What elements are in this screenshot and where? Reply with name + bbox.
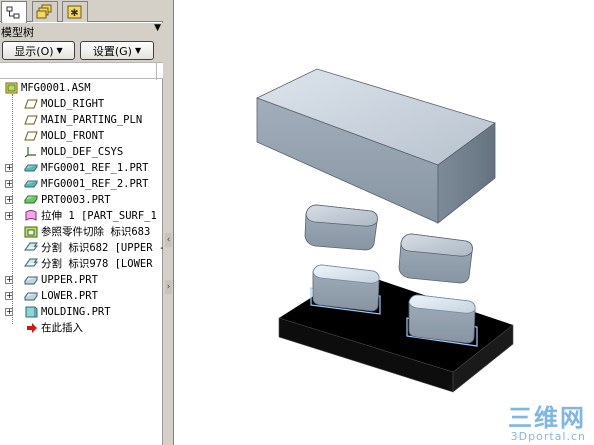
datum-plane-icon — [24, 99, 38, 109]
core-left[interactable] — [310, 264, 381, 315]
collapse-panel-icon[interactable]: ‹ — [165, 233, 172, 247]
tab-model-tree[interactable] — [1, 1, 27, 23]
insert-here-arrow-icon — [27, 323, 37, 333]
expand-icon[interactable]: + — [5, 180, 13, 188]
datum-plane-icon — [24, 115, 38, 125]
model-tree: MFG0001.ASM MOLD_RIGHT MAIN_PARTING_PLN … — [0, 80, 163, 445]
settings-button[interactable]: 设置(G) ▼ — [80, 41, 154, 60]
tree-item-label: PRT0003.PRT — [41, 194, 111, 206]
expand-icon[interactable]: + — [5, 308, 13, 316]
expand-icon[interactable]: + — [5, 276, 13, 284]
expand-icon[interactable]: + — [5, 164, 13, 172]
split-icon — [24, 258, 38, 267]
tree-item-label: MFG0001_REF_2.PRT — [41, 178, 149, 190]
tab-favorites[interactable]: ✱ — [62, 1, 88, 22]
panel-title-row: 模型树 ▼ — [0, 23, 163, 40]
display-button-label: 显示(O) — [14, 44, 54, 58]
tree-item-upper[interactable]: + UPPER.PRT — [0, 272, 163, 288]
molding-part-icon — [25, 306, 38, 318]
tree-item-label: MOLD_FRONT — [41, 130, 105, 142]
tree-item-lower[interactable]: + LOWER.PRT — [0, 288, 163, 304]
tree-item-label: MOLDING.PRT — [41, 306, 111, 318]
tree-item-label: MOLD_DEF_CSYS — [41, 146, 124, 158]
navigator-tab-strip: ✱ — [0, 0, 163, 23]
coordinate-system-icon — [24, 147, 36, 158]
tree-item-label: MOLD_RIGHT — [41, 98, 105, 110]
tree-item-ref-2[interactable]: + MFG0001_REF_2.PRT — [0, 176, 163, 192]
favorites-icon: ✱ — [67, 5, 82, 19]
graphics-window[interactable]: 三维网 3Dportal.cn — [175, 0, 594, 445]
chevron-down-icon: ▼ — [56, 46, 63, 55]
tree-item-insert-here[interactable]: 在此插入 — [0, 320, 163, 336]
expand-icon[interactable]: + — [5, 292, 13, 300]
tree-item-main-parting-pln[interactable]: MAIN_PARTING_PLN — [0, 112, 163, 128]
split-icon — [24, 242, 38, 251]
tree-item-label: MFG0001_REF_1.PRT — [41, 162, 149, 174]
chevron-down-icon: ▼ — [134, 46, 142, 55]
watermark-main-text: 三维网 — [508, 404, 586, 432]
model-tree-panel: ✱ 模型树 ▼ 显示(O) ▼ 设置(G) ▼ MFG0001.ASM MOLD… — [0, 0, 163, 445]
tree-item-molding[interactable]: + MOLDING.PRT — [0, 304, 163, 320]
settings-button-label: 设置(G) — [92, 44, 132, 58]
model-3d-view[interactable] — [175, 0, 594, 445]
expand-panel-icon[interactable]: › — [165, 280, 172, 294]
tree-item-extrude-1[interactable]: + 拉伸 1 [PART_SURF_1 - — [0, 208, 163, 224]
tree-item-mold-right[interactable]: MOLD_RIGHT — [0, 96, 163, 112]
tree-item-label: 分割 标识682 [UPPER - — [41, 242, 163, 254]
panel-title: 模型树 — [1, 26, 34, 39]
expand-icon[interactable]: + — [5, 212, 13, 220]
expand-icon[interactable]: + — [5, 196, 13, 204]
layers-icon — [36, 4, 52, 19]
tree-button-row: 显示(O) ▼ 设置(G) ▼ — [0, 40, 163, 62]
tree-item-label: MFG0001.ASM — [21, 82, 91, 94]
tree-item-label: 拉伸 1 [PART_SURF_1 - — [41, 210, 163, 222]
watermark-sub-text: 3Dportal.cn — [510, 430, 586, 443]
tree-item-ref-part-cutout[interactable]: 参照零件切除 标识683 — [0, 224, 163, 240]
workpiece-icon — [24, 195, 38, 204]
mold-volume-part-icon — [24, 292, 38, 301]
watermark-logo: 三维网 3Dportal.cn — [508, 405, 586, 443]
svg-text:✱: ✱ — [70, 8, 78, 19]
upper-insert-right[interactable] — [398, 233, 473, 284]
tree-item-mold-def-csys[interactable]: MOLD_DEF_CSYS — [0, 144, 163, 160]
tree-item-label: MAIN_PARTING_PLN — [41, 114, 143, 126]
assembly-icon — [5, 82, 18, 94]
tree-item-label: 在此插入 — [41, 322, 83, 334]
datum-plane-icon — [24, 131, 38, 141]
tree-root-item[interactable]: MFG0001.ASM — [0, 80, 163, 96]
tree-item-label: LOWER.PRT — [41, 290, 98, 302]
mold-volume-part-icon — [24, 276, 38, 285]
reference-part-icon — [24, 180, 38, 188]
tree-item-ref-1[interactable]: + MFG0001_REF_1.PRT — [0, 160, 163, 176]
tree-item-mold-front[interactable]: MOLD_FRONT — [0, 128, 163, 144]
tree-item-label: UPPER.PRT — [41, 274, 98, 286]
tree-item-split-682[interactable]: 分割 标识682 [UPPER - — [0, 240, 163, 256]
panel-splitter[interactable]: ‹ › — [163, 0, 174, 445]
tree-item-label: 分割 标识978 [LOWER — [41, 258, 153, 270]
tree-item-split-978[interactable]: 分割 标识978 [LOWER — [0, 256, 163, 272]
tree-item-prt0003[interactable]: + PRT0003.PRT — [0, 192, 163, 208]
upper-block[interactable] — [255, 68, 496, 224]
tree-column-header[interactable] — [0, 62, 163, 80]
reference-part-icon — [24, 164, 38, 172]
tab-layers[interactable] — [32, 1, 58, 22]
tree-item-label: 参照零件切除 标识683 — [41, 226, 151, 238]
model-tree-icon — [6, 6, 20, 18]
display-button[interactable]: 显示(O) ▼ — [2, 41, 75, 60]
panel-menu-arrow-icon[interactable]: ▼ — [154, 23, 161, 33]
extrude-surface-icon — [25, 210, 37, 221]
ref-part-cutout-icon — [24, 226, 38, 238]
upper-insert-left[interactable] — [304, 204, 378, 251]
